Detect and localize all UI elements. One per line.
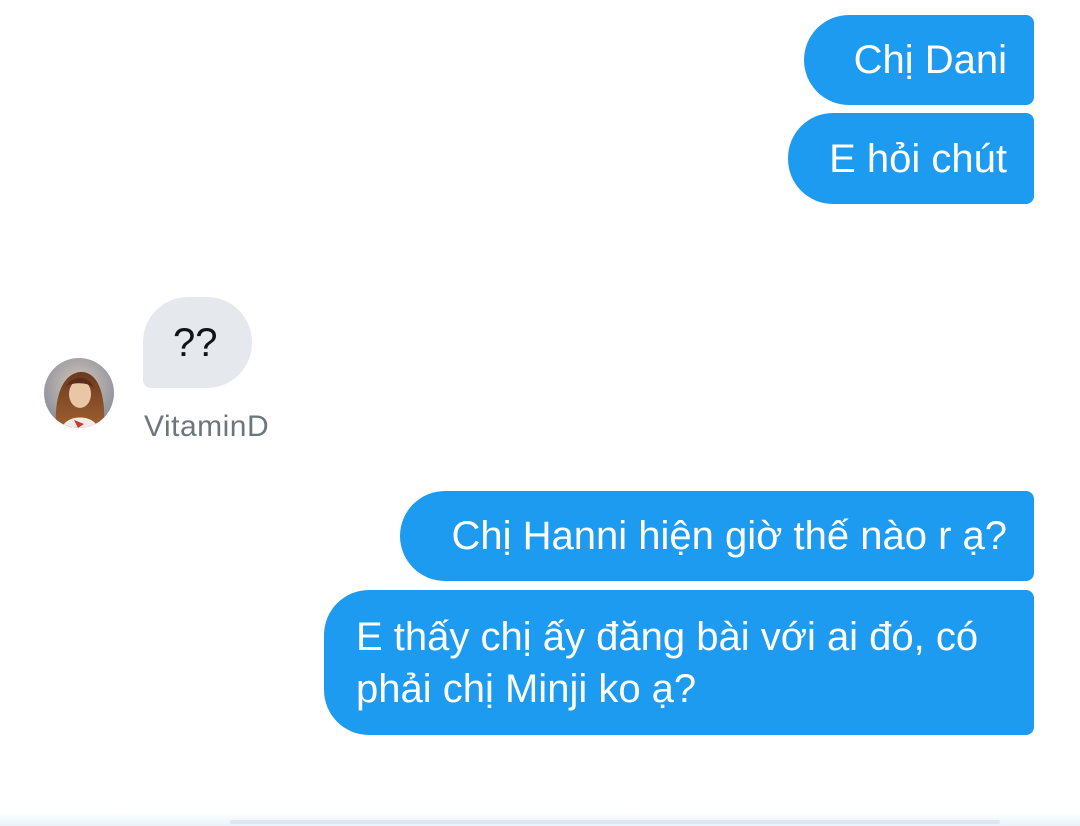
chat-thread: Chị Dani E hỏi chút ?? VitaminD Chị Hann… (0, 0, 1080, 826)
message-text: Chị Hanni hiện giờ thế nào r ạ? (451, 514, 1007, 558)
message-text: Chị Dani (853, 38, 1007, 82)
user-avatar-icon (44, 358, 114, 428)
message-text-line: E thấy chị ấy đăng bài với ai đó, có (356, 614, 979, 659)
incoming-message[interactable]: ?? (143, 297, 252, 388)
composer-divider (230, 820, 1000, 824)
sender-name: VitaminD (144, 410, 270, 443)
outgoing-message[interactable]: Chị Hanni hiện giờ thế nào r ạ? (400, 491, 1034, 581)
outgoing-message[interactable]: E hỏi chút (788, 113, 1034, 204)
message-text-line: phải chị Minji ko ạ? (356, 666, 697, 711)
outgoing-message[interactable]: E thấy chị ấy đăng bài với ai đó, có phả… (324, 590, 1034, 735)
message-text: E hỏi chút (829, 136, 1007, 181)
contact-avatar[interactable] (44, 358, 114, 428)
message-text: ?? (173, 320, 218, 365)
outgoing-message[interactable]: Chị Dani (804, 15, 1034, 105)
